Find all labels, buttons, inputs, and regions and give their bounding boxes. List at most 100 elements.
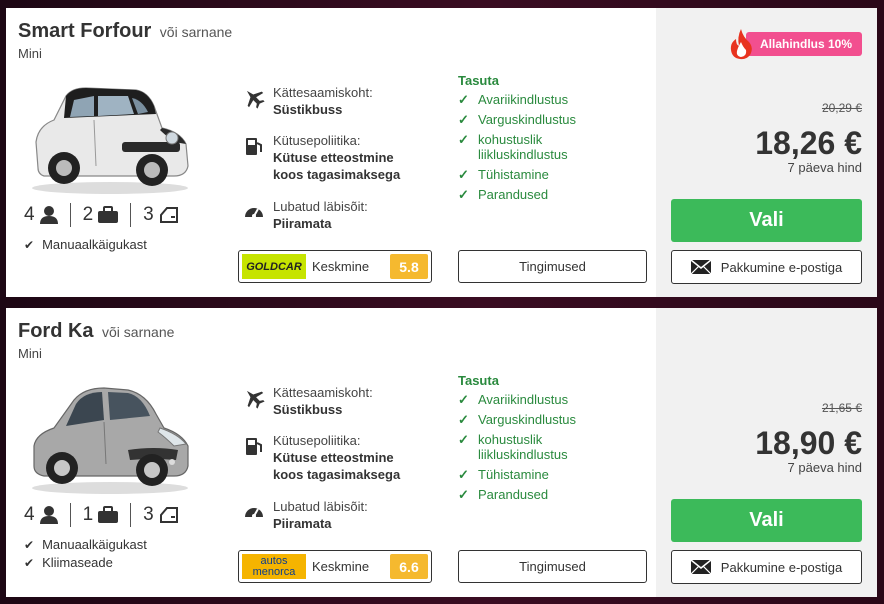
feature-item: ✔ Kliimaseade: [24, 555, 113, 570]
envelope-icon: [690, 260, 711, 274]
check-icon: ✓: [458, 432, 469, 447]
passengers-count: 4: [24, 204, 35, 225]
car-image: [32, 87, 189, 194]
included-item: ✓ kohustuslik liikluskindlustus: [458, 132, 568, 162]
car-title: Ford Ka või sarnane: [18, 320, 174, 343]
passengers-spec: 4: [24, 504, 58, 526]
passengers-spec: 4: [24, 204, 58, 226]
car-name: Smart Forfour: [18, 20, 152, 42]
included-label: Parandused: [478, 487, 549, 502]
check-icon: ✓: [458, 187, 469, 202]
person-icon: [39, 506, 58, 524]
check-icon: ✓: [458, 112, 469, 127]
feature-label: Kliimaseade: [42, 555, 113, 570]
check-icon: ✓: [458, 167, 469, 182]
old-price: 21,65 €: [821, 401, 862, 415]
terms-button[interactable]: Tingimused: [458, 250, 647, 283]
or-similar-label: või sarnane: [102, 324, 175, 340]
included-item: ✓ Avariikindlustus: [458, 92, 568, 107]
supplier-logo: autos menorca: [242, 554, 306, 579]
pickup-label: Kättesaamiskoht:: [273, 385, 373, 400]
included-label-line: liikluskindlustus: [478, 447, 568, 462]
discount-badge: Allahindlus 10%: [728, 29, 863, 60]
check-icon: ✔: [24, 555, 35, 570]
car-specs: 4 2 3: [24, 203, 179, 227]
fuel-value: koos tagasimaksega: [273, 467, 401, 482]
included-label-line: kohustuslik: [478, 132, 543, 147]
supplier-rating[interactable]: GOLDCAR Keskmine 5.8: [238, 250, 432, 283]
check-icon: ✔: [24, 537, 35, 552]
doors-spec: 3: [143, 504, 179, 526]
select-button[interactable]: Vali: [671, 499, 862, 542]
fuel-policy-info: Kütusepoliitika: Kütuse etteostmine koos…: [243, 133, 400, 183]
car-name: Ford Ka: [18, 320, 94, 342]
included-label: Parandused: [478, 187, 549, 202]
rating-score: 6.6: [390, 554, 428, 579]
pickup-label: Kättesaamiskoht:: [273, 85, 373, 100]
supplier-rating[interactable]: autos menorca Keskmine 6.6: [238, 550, 432, 583]
feature-label: Manuaalkäigukast: [42, 237, 147, 252]
price-period: 7 päeva hind: [787, 160, 862, 175]
supplier-logo-line: autos: [260, 554, 288, 567]
check-icon: ✔: [24, 237, 35, 252]
included-label: Varguskindlustus: [478, 412, 577, 427]
speedometer-icon: [245, 208, 263, 218]
fuel-policy-info: Kütusepoliitika: Kütuse etteostmine koos…: [243, 433, 400, 483]
fuel-value: Kütuse etteostmine: [273, 450, 394, 465]
spec-divider: [69, 503, 71, 527]
fuel-label: Kütusepoliitika:: [273, 133, 361, 148]
included-title: Tasuta: [458, 73, 499, 88]
envelope-icon: [690, 560, 711, 574]
discount-label: Allahindlus 10%: [746, 32, 863, 56]
included-item: ✓ Varguskindlustus: [458, 412, 576, 427]
terms-button[interactable]: Tingimused: [458, 550, 647, 583]
car-specs: 4 1 3: [24, 503, 179, 527]
email-offer-button[interactable]: Pakkumine e-postiga: [671, 250, 862, 284]
mileage-value: Piiramata: [273, 516, 332, 531]
included-item: ✓ kohustuslik liikluskindlustus: [458, 432, 568, 462]
old-price: 20,29 €: [821, 101, 862, 115]
included-item: ✓ Avariikindlustus: [458, 392, 568, 407]
rating-label: Keskmine: [312, 559, 370, 574]
spec-divider: [69, 203, 71, 227]
feature-item: ✔ Manuaalkäigukast: [24, 237, 147, 252]
spec-divider: [130, 503, 132, 527]
included-label: Tühistamine: [478, 467, 549, 482]
fuel-pump-icon: [246, 138, 262, 155]
doors-spec: 3: [143, 204, 179, 226]
included-item: ✓ Parandused: [458, 187, 548, 202]
car-offer-card: Ford Ka või sarnane Mini 4 1 3 ✔ Manuaal…: [6, 308, 877, 597]
price-period: 7 päeva hind: [787, 460, 862, 475]
car-category: Mini: [18, 346, 42, 361]
included-label: Varguskindlustus: [478, 112, 577, 127]
car-image: [32, 387, 189, 494]
or-similar-label: või sarnane: [159, 24, 233, 40]
suitcase-icon: [98, 206, 119, 223]
fuel-value: Kütuse etteostmine: [273, 150, 394, 165]
check-icon: ✓: [458, 467, 469, 482]
bags-count: 2: [82, 204, 94, 225]
mileage-value: Piiramata: [273, 216, 332, 231]
included-label-line: liikluskindlustus: [478, 147, 568, 162]
mileage-label: Lubatud läbisõit:: [273, 199, 368, 214]
car-offer-card: Smart Forfour või sarnane Mini 4 2 3 ✔ M…: [6, 8, 877, 297]
mileage-label: Lubatud läbisõit:: [273, 499, 368, 514]
bags-count: 1: [82, 504, 94, 525]
email-offer-button[interactable]: Pakkumine e-postiga: [671, 550, 862, 584]
person-icon: [39, 206, 58, 224]
supplier-logo: GOLDCAR: [242, 254, 306, 279]
supplier-logo-line: menorca: [252, 565, 296, 578]
pickup-info: Kättesaamiskoht: Süstikbuss: [243, 85, 373, 118]
doors-count: 3: [143, 504, 154, 525]
bags-spec: 1: [83, 504, 119, 526]
mileage-info: Lubatud läbisõit: Piiramata: [243, 199, 368, 232]
included-label: kohustuslik liikluskindlustus: [478, 132, 568, 162]
included-label: kohustuslik liikluskindlustus: [478, 432, 568, 462]
pickup-value: Süstikbuss: [273, 102, 343, 117]
rating-label: Keskmine: [312, 259, 370, 274]
select-button[interactable]: Vali: [671, 199, 862, 242]
check-icon: ✓: [458, 487, 469, 502]
price: 18,26 €: [755, 125, 862, 161]
included-item: ✓ Tühistamine: [458, 467, 549, 482]
doors-count: 3: [143, 204, 154, 225]
